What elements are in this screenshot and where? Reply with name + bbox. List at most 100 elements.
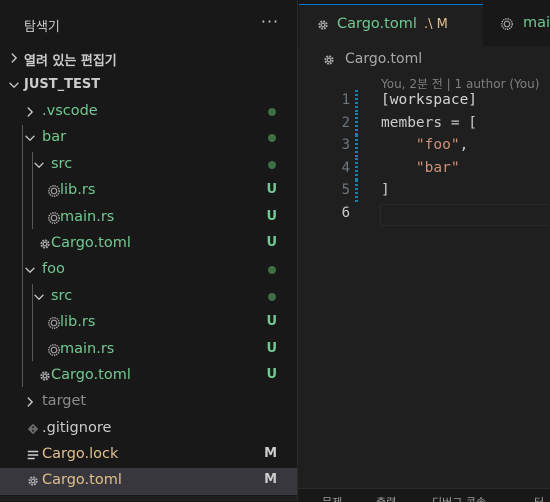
tree-item-label: target xyxy=(42,393,87,410)
tree-item[interactable]: lib.rs U xyxy=(0,178,297,204)
added-line-gutter-marker xyxy=(355,135,358,158)
git-status-badge: M xyxy=(264,446,277,462)
workspace-label: JUST_TEST xyxy=(24,77,101,92)
open-editors-label: 열려 있는 편집기 xyxy=(24,54,117,69)
tree-item-label: .gitignore xyxy=(42,419,112,436)
open-editors-section[interactable]: 열려 있는 편집기 xyxy=(0,46,297,72)
tree-item[interactable]: src xyxy=(0,284,297,310)
gear-icon xyxy=(318,20,328,30)
tab-status: .\ M xyxy=(424,17,448,32)
line-number: 6 xyxy=(341,204,350,221)
code-line: 2 members = [ xyxy=(298,112,550,136)
tree-item-label: lib.rs xyxy=(60,314,96,331)
git-status-dot xyxy=(268,134,276,143)
tree-item-label: Cargo.lock xyxy=(42,446,119,463)
added-line-gutter-marker xyxy=(355,112,358,136)
line-number: 1 xyxy=(341,92,350,108)
code-text: "bar" xyxy=(381,160,460,176)
tree-item-label: main.rs xyxy=(60,208,115,225)
chevron-right-icon xyxy=(11,53,18,63)
tab-bar: Cargo.toml .\ M main xyxy=(298,0,550,47)
code-token: "bar" xyxy=(415,159,460,176)
tree-item-label: src xyxy=(51,155,73,172)
code-token: ] xyxy=(381,182,390,199)
rust-icon xyxy=(48,185,60,198)
git-status-dot xyxy=(268,292,276,301)
tree-item[interactable]: Cargo.toml U xyxy=(0,363,297,389)
indent-guide xyxy=(32,283,33,361)
tree-item-label: Cargo.toml xyxy=(51,234,131,251)
explorer-header: 탐색기 ··· xyxy=(0,0,297,48)
tree-item[interactable]: Cargo.toml U xyxy=(0,231,297,257)
chevron-down-icon xyxy=(9,82,19,89)
code-line: 3 "foo", xyxy=(298,135,550,158)
tree-item[interactable]: .gitignore xyxy=(0,416,297,442)
tree-item[interactable]: lib.rs U xyxy=(0,310,297,336)
chevron-down-icon xyxy=(25,135,35,142)
added-line-gutter-marker xyxy=(355,157,358,181)
chevron-right-icon xyxy=(27,107,34,117)
git-status-badge: U xyxy=(266,314,277,330)
git-status-badge: U xyxy=(266,208,277,224)
code-token: [workspace] xyxy=(381,92,478,108)
git-status-badge: U xyxy=(266,182,277,198)
line-number: 2 xyxy=(341,114,350,131)
code-line: 4 "bar" xyxy=(298,157,550,181)
tree-item-label: .vscode xyxy=(42,103,98,119)
current-line-highlight xyxy=(380,204,550,226)
tree-item-label: lib.rs xyxy=(60,182,96,199)
tree-item[interactable]: main.rs U xyxy=(0,337,297,363)
file-tree: .vscode bar src lib.rs Umain.rs U Cargo.toml Uf… xyxy=(0,99,297,495)
chevron-down-icon xyxy=(34,294,44,300)
line-number: 5 xyxy=(341,182,350,199)
panel-tab-strip: 문제 출력 디버그 콘솔 터 xyxy=(298,488,550,502)
gear-icon xyxy=(40,239,50,249)
line-number: 4 xyxy=(341,159,350,176)
tab-cargo-toml[interactable]: Cargo.toml .\ M xyxy=(299,4,483,47)
workspace-section[interactable]: JUST_TEST xyxy=(0,73,297,99)
chevron-down-icon xyxy=(25,267,35,274)
tree-item-label: foo xyxy=(42,261,65,278)
gear-icon xyxy=(28,476,38,487)
git-status-badge: M xyxy=(264,472,277,488)
rust-icon xyxy=(48,343,60,356)
git-status-badge: U xyxy=(266,366,277,382)
explorer-sidebar: 탐색기 ··· 열려 있는 편집기 JUST_TEST .vscode bar sr… xyxy=(0,0,297,501)
git-status-dot xyxy=(268,266,276,275)
sidebar-bottom-edge xyxy=(0,496,297,501)
code-text: [workspace] xyxy=(381,92,477,108)
explorer-title: 탐색기 xyxy=(24,20,60,35)
tree-item-label: Cargo.toml xyxy=(42,472,122,489)
added-line-gutter-marker xyxy=(355,180,358,203)
code-line: 5] xyxy=(298,180,550,203)
tab-label: Cargo.toml xyxy=(337,16,417,32)
tab-label: main xyxy=(523,15,550,31)
gear-icon xyxy=(324,55,334,65)
tree-item[interactable]: src xyxy=(0,152,297,178)
git-status-dot xyxy=(268,160,276,169)
added-line-gutter-marker xyxy=(355,90,358,113)
more-actions-icon[interactable]: ··· xyxy=(258,10,282,34)
rust-icon xyxy=(501,18,513,30)
code-token: members = [ xyxy=(381,114,478,131)
git-status-badge: U xyxy=(266,234,277,250)
code-text: members = [ xyxy=(381,115,477,131)
git-status-dot xyxy=(268,108,276,116)
git-icon xyxy=(27,423,39,434)
breadcrumb-file: Cargo.toml xyxy=(345,51,423,67)
tree-item[interactable]: foo xyxy=(0,257,297,283)
tree-item[interactable]: Cargo.lock M xyxy=(0,442,297,468)
tree-item[interactable]: target xyxy=(0,389,297,415)
lines-icon xyxy=(27,450,39,460)
tab-main[interactable]: main xyxy=(483,4,550,46)
chevron-down-icon xyxy=(34,162,44,168)
tree-item[interactable]: Cargo.toml M xyxy=(0,468,297,495)
editor-area: Cargo.toml .\ M main Cargo.toml You, 2분 … xyxy=(297,0,550,502)
tree-item[interactable]: bar xyxy=(0,125,297,151)
code-text: ] xyxy=(381,182,390,198)
tree-item-label: main.rs xyxy=(60,340,115,357)
tree-item[interactable]: main.rs U xyxy=(0,205,297,231)
tree-item-label: Cargo.toml xyxy=(51,366,131,383)
tree-item[interactable]: .vscode xyxy=(0,99,297,125)
code-token: "foo" xyxy=(415,137,460,154)
